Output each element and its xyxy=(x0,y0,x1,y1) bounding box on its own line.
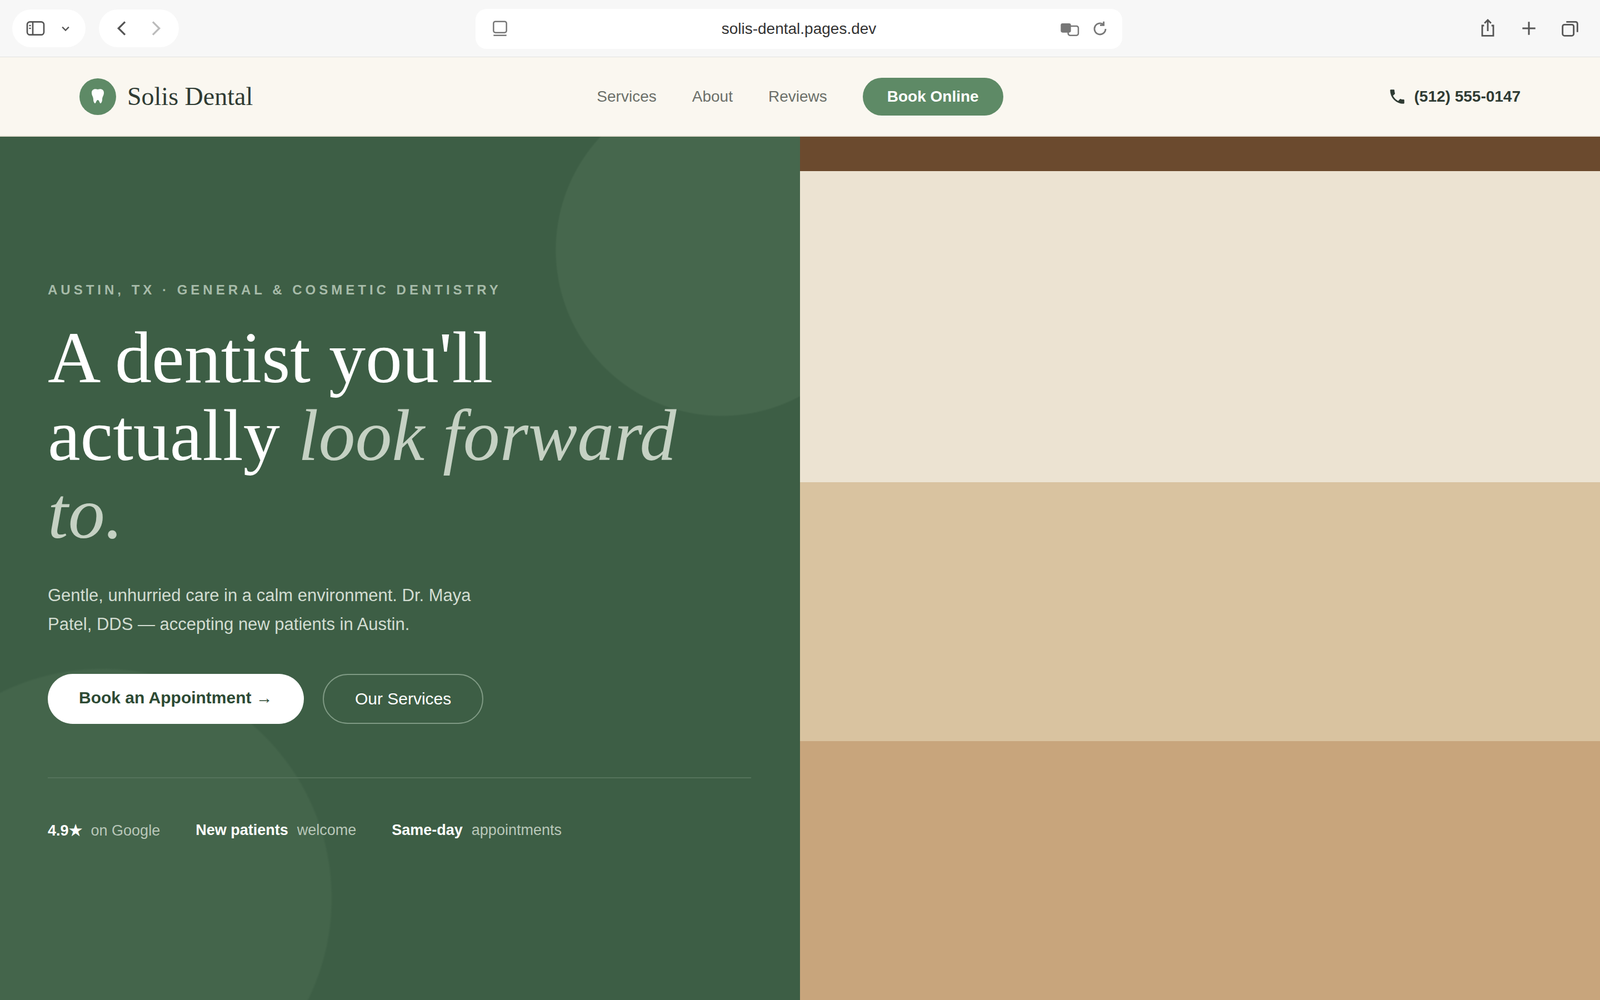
nav-link[interactable]: About xyxy=(692,87,733,106)
hero-subtext: Gentle, unhurried care in a calm environ… xyxy=(47,581,504,640)
stat-label: appointments xyxy=(471,821,562,839)
main-nav: Services About Reviews Book Online xyxy=(596,77,1003,116)
divider xyxy=(47,777,752,779)
headline-accent: look forward to. xyxy=(47,394,677,554)
hero-button[interactable]: Book an Appointment → xyxy=(47,673,304,724)
page-icon[interactable] xyxy=(488,17,512,40)
translate-icon[interactable] xyxy=(1058,17,1082,40)
hero-button[interactable]: Our Services xyxy=(322,673,484,724)
stats: 4.9★ on Google New patients welcome Same-day… xyxy=(47,821,753,840)
phone-link[interactable]: (512) 555-0147 xyxy=(1387,87,1521,107)
address-bar[interactable]: solis-dental.pages.dev xyxy=(475,8,1123,49)
hero-buttons: Book an Appointment → Our Services xyxy=(47,673,753,724)
stat-label: on Google xyxy=(91,822,161,840)
reload-icon[interactable] xyxy=(1088,17,1112,40)
stat: New patients welcome xyxy=(195,821,357,840)
office-photo xyxy=(800,136,1600,1000)
chevron-down-icon[interactable] xyxy=(57,20,74,37)
tooth-icon xyxy=(79,78,117,115)
url-text[interactable]: solis-dental.pages.dev xyxy=(721,20,877,38)
stat: 4.9★ on Google xyxy=(47,821,160,840)
book-online-button[interactable]: Book Online xyxy=(862,77,1004,116)
stat: Same-day appointments xyxy=(391,821,562,840)
share-icon[interactable] xyxy=(1476,17,1499,40)
site-header: Solis Dental Services About Reviews Book Onl… xyxy=(0,57,1600,137)
back-icon[interactable] xyxy=(111,17,134,40)
phone-icon xyxy=(1387,87,1407,107)
eyebrow: AUSTIN, TX · GENERAL & COSMETIC DENTISTR… xyxy=(47,282,753,298)
stat-value: New patients xyxy=(195,821,289,839)
tabs-icon[interactable] xyxy=(1558,17,1582,40)
headline: A dentist you'll actually look forward t… xyxy=(47,318,737,553)
stat-value: 4.9★ xyxy=(47,821,83,840)
new-tab-icon[interactable] xyxy=(1517,17,1540,40)
sidebar-icon[interactable] xyxy=(24,17,47,40)
phone-number: (512) 555-0147 xyxy=(1414,87,1521,106)
stat-value: Same-day xyxy=(391,821,463,839)
stat-label: welcome xyxy=(297,821,357,839)
hero: AUSTIN, TX · GENERAL & COSMETIC DENTISTR… xyxy=(0,136,1600,1000)
hero-content: AUSTIN, TX · GENERAL & COSMETIC DENTISTR… xyxy=(0,136,800,1000)
forward-icon[interactable] xyxy=(144,17,167,40)
nav-link[interactable]: Services xyxy=(596,87,657,106)
sidebar-group xyxy=(12,9,86,48)
browser-toolbar: solis-dental.pages.dev xyxy=(0,0,1600,58)
page: solis-dental.pages.dev Solis Dental Servic… xyxy=(0,0,1600,1000)
nav-link[interactable]: Reviews xyxy=(768,87,828,106)
logo[interactable]: Solis Dental xyxy=(79,78,597,115)
logo-text: Solis Dental xyxy=(127,81,253,112)
nav-group xyxy=(98,9,179,48)
